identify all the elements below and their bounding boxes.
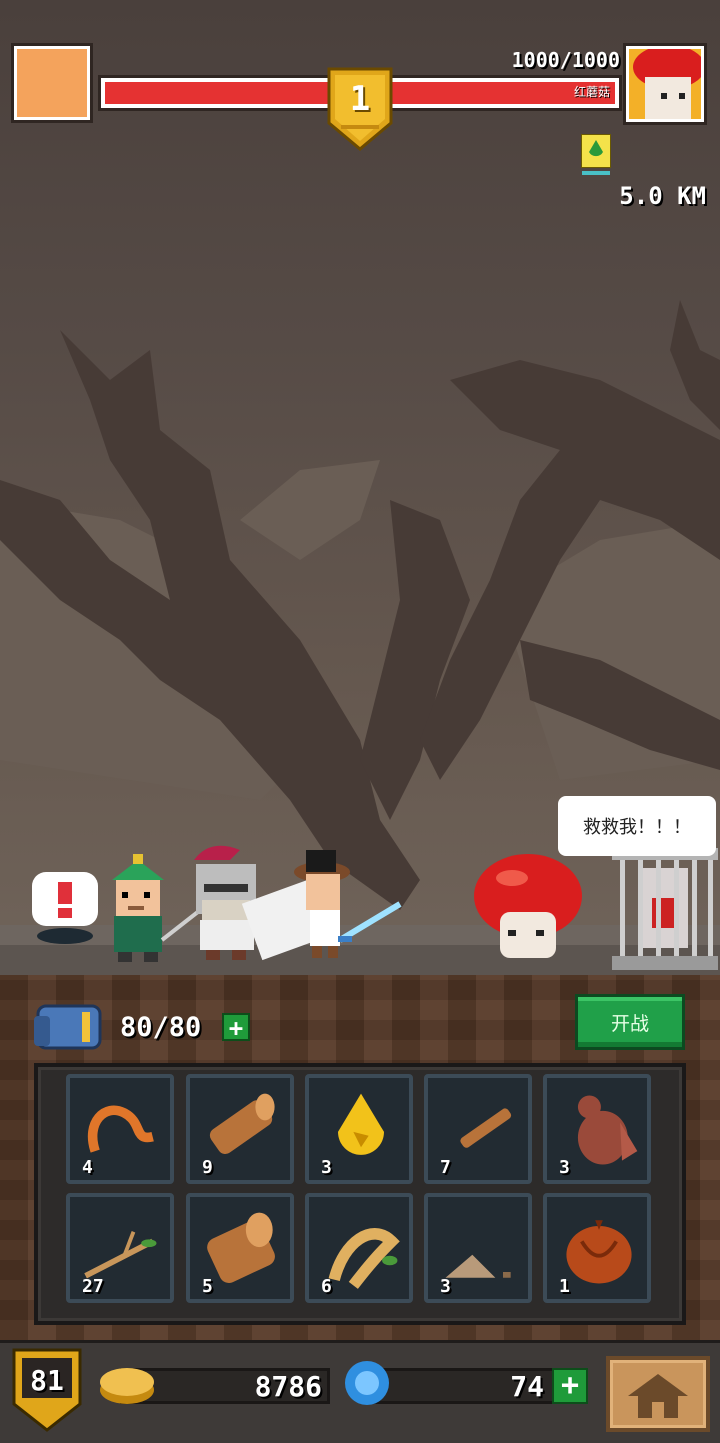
mushroom-portrait-icon: [629, 49, 701, 119]
buy-gems-button[interactable]: +: [552, 1368, 588, 1404]
potion-buff-icon[interactable]: [581, 134, 611, 168]
boss-portrait[interactable]: [626, 46, 704, 122]
menu-button[interactable]: [14, 46, 90, 120]
red-mushroom-enemy: [474, 854, 582, 958]
player-level: 81: [30, 1364, 64, 1397]
item-count: 9: [202, 1157, 213, 1178]
inventory-slot[interactable]: 3: [424, 1193, 532, 1303]
item-count: 3: [440, 1276, 451, 1297]
backpack-icon[interactable]: [32, 1002, 104, 1052]
inventory-slot[interactable]: 4: [66, 1074, 174, 1184]
player-level-badge[interactable]: 81: [10, 1348, 84, 1432]
stage-shield: 1: [325, 67, 395, 151]
potion-timer-bar: [582, 171, 610, 175]
alert-icon[interactable]: [30, 872, 100, 944]
inventory-slot[interactable]: 3: [543, 1074, 651, 1184]
prisoner-cage: [612, 848, 718, 970]
hero-party: [112, 845, 402, 962]
item-count: 6: [321, 1276, 332, 1297]
home-icon: [628, 1374, 688, 1418]
inventory-slot[interactable]: 5: [186, 1193, 294, 1303]
distance-text: 5.0 KM: [619, 182, 706, 210]
prisoner-speech-bubble: 救救我！！！: [558, 796, 716, 856]
enemy-hp-text: 1000/1000: [511, 48, 620, 72]
blue-gem-icon: [345, 1361, 389, 1405]
bag-capacity: 80/80: [120, 1012, 202, 1043]
inventory-slot[interactable]: 7: [424, 1074, 532, 1184]
expand-bag-button[interactable]: +: [222, 1013, 250, 1041]
inventory-slot[interactable]: 6: [305, 1193, 413, 1303]
enemy-name: 红蘑菇: [573, 85, 610, 99]
gold-coin-icon: [100, 1368, 154, 1404]
stage-number: 1: [349, 79, 371, 119]
item-count: 3: [559, 1157, 570, 1178]
item-count: 1: [559, 1276, 570, 1297]
item-count: 7: [440, 1157, 451, 1178]
battle-button[interactable]: 开战: [575, 994, 685, 1050]
inventory-slot[interactable]: 27: [66, 1193, 174, 1303]
item-count: 5: [202, 1276, 213, 1297]
home-button[interactable]: [606, 1356, 710, 1432]
inventory-slot[interactable]: 1: [543, 1193, 651, 1303]
item-count: 3: [321, 1157, 332, 1178]
gold-amount: 8786: [254, 1370, 322, 1403]
gem-amount: 74: [510, 1370, 544, 1403]
inventory-slot[interactable]: 3: [305, 1074, 413, 1184]
inventory-slot[interactable]: 9: [186, 1074, 294, 1184]
item-count: 4: [82, 1157, 93, 1178]
item-count: 27: [82, 1276, 104, 1297]
